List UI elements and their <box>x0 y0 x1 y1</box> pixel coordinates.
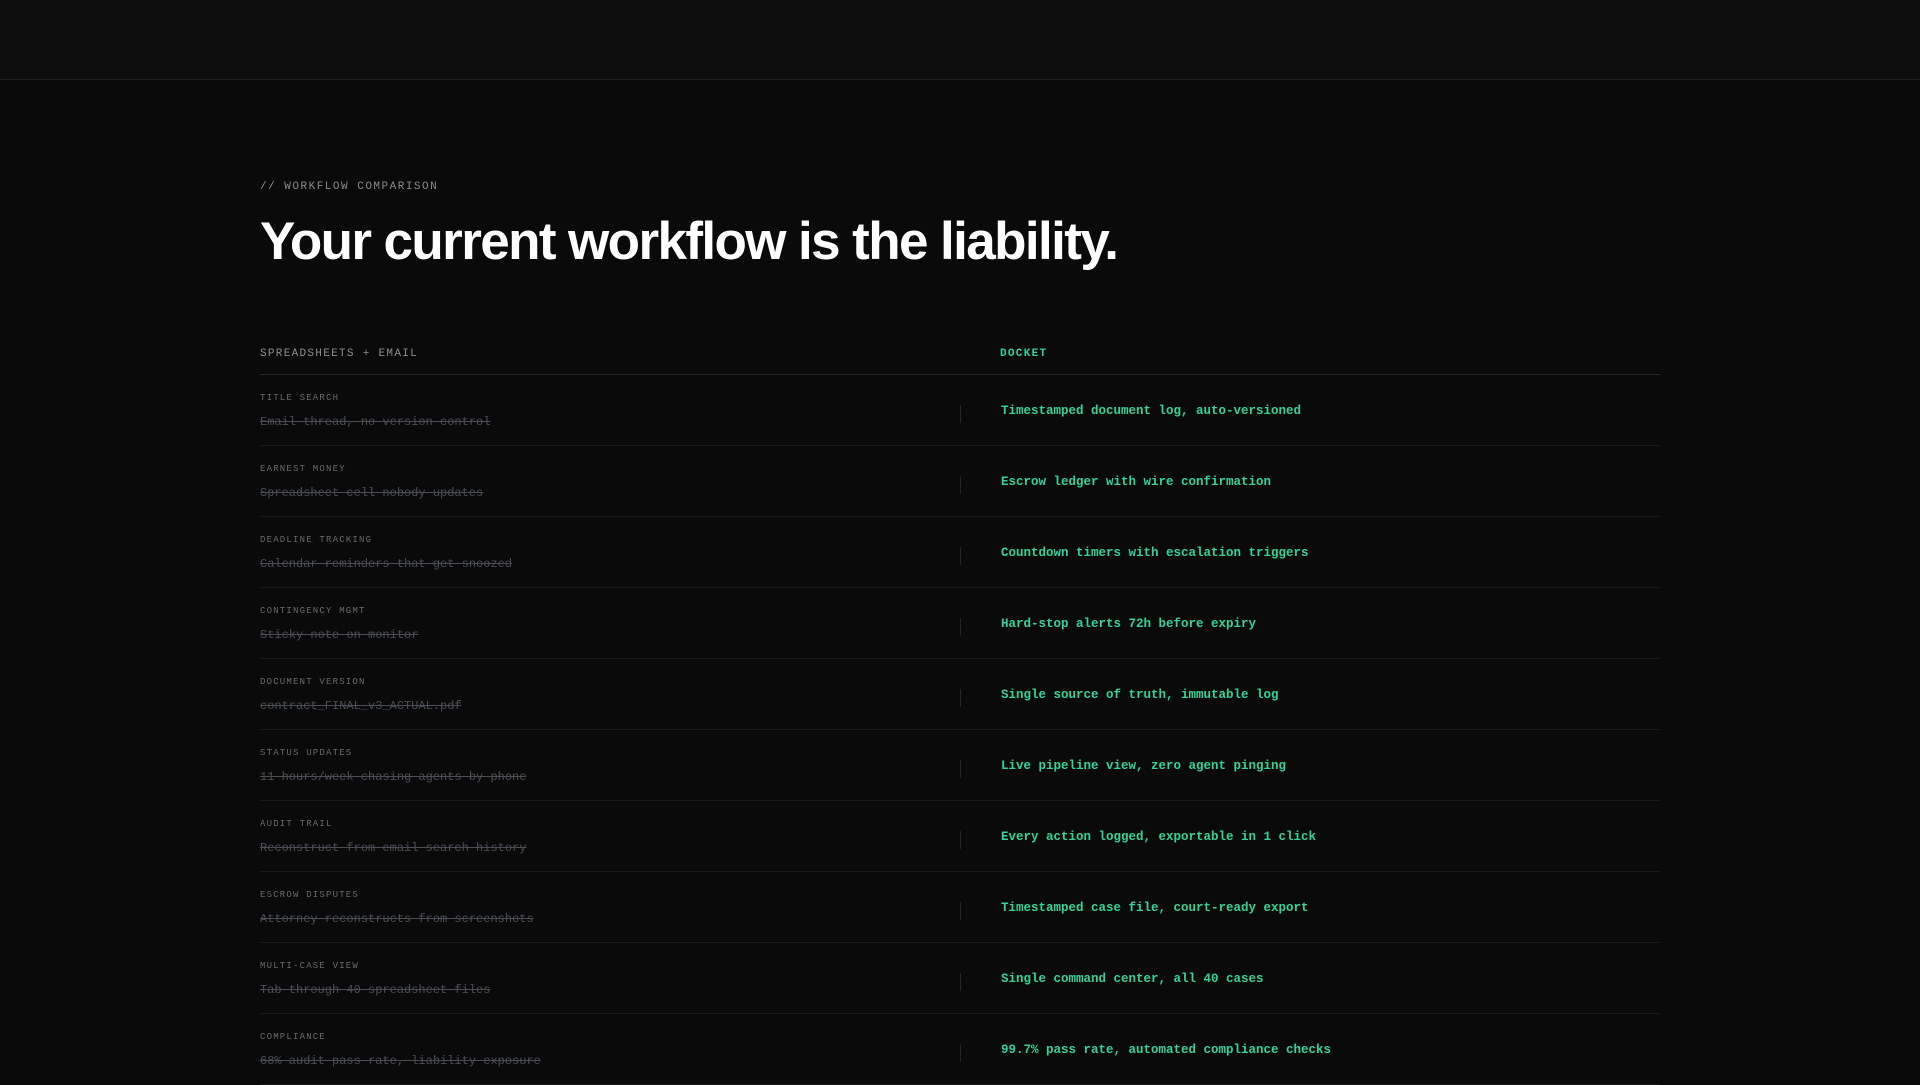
row-category-label: COMPLIANCE <box>260 1032 327 1042</box>
docket-workflow-text: 99.7% pass rate, automated compliance ch… <box>1001 1043 1332 1057</box>
row-divider <box>960 1044 961 1062</box>
row-divider <box>960 405 961 423</box>
column-header-new: DOCKET <box>1000 348 1048 360</box>
docket-workflow-text: Countdown timers with escalation trigger… <box>1001 546 1309 560</box>
row-category-label: TITLE SEARCH <box>260 393 340 403</box>
docket-workflow-text: Single source of truth, immutable log <box>1001 688 1279 702</box>
old-workflow-text: Sticky note on monitor <box>260 628 419 642</box>
old-workflow-text: Attorney reconstructs from screenshots <box>260 912 534 926</box>
docket-workflow-text: Hard-stop alerts 72h before expiry <box>1001 617 1257 631</box>
docket-workflow-text: Every action logged, exportable in 1 cli… <box>1001 830 1317 844</box>
row-category-label: ESCROW DISPUTES <box>260 890 360 900</box>
row-category-label: CONTINGENCY MGMT <box>260 606 366 616</box>
docket-workflow-text: Timestamped case file, court-ready expor… <box>1001 901 1309 915</box>
docket-workflow-text: Escrow ledger with wire confirmation <box>1001 475 1272 489</box>
old-workflow-text: Email thread, no version control <box>260 415 491 429</box>
docket-workflow-text: Live pipeline view, zero agent pinging <box>1001 759 1287 773</box>
docket-workflow-text: Single command center, all 40 cases <box>1001 972 1264 986</box>
old-workflow-text: 68% audit pass rate, liability exposure <box>260 1054 541 1068</box>
section-eyebrow: // WORKFLOW COMPARISON <box>260 181 439 193</box>
row-divider <box>960 547 961 565</box>
comparison-row: DEADLINE TRACKING Calendar reminders that… <box>260 517 1660 588</box>
comparison-row: ESCROW DISPUTES Attorney reconstructs fro… <box>260 872 1660 943</box>
comparison-row: TITLE SEARCH Email thread, no version con… <box>260 375 1660 446</box>
row-category-label: EARNEST MONEY <box>260 464 346 474</box>
old-workflow-text: contract_FINAL_v3_ACTUAL.pdf <box>260 699 462 713</box>
comparison-row: DOCUMENT VERSION contract_FINAL_v3_ACTUAL… <box>260 659 1660 730</box>
comparison-row: CONTINGENCY MGMT Sticky note on monitor Ha… <box>260 588 1660 659</box>
comparison-table: TITLE SEARCH Email thread, no version con… <box>260 375 1660 1085</box>
row-divider <box>960 902 961 920</box>
old-workflow-text: Calendar reminders that get snoozed <box>260 557 513 571</box>
row-divider <box>960 476 961 494</box>
comparison-header: SPREADSHEETS + EMAIL DOCKET <box>260 346 1660 375</box>
row-divider <box>960 831 961 849</box>
row-divider <box>960 618 961 636</box>
comparison-row: STATUS UPDATES 11 hours/week chasing agen… <box>260 730 1660 801</box>
column-header-old: SPREADSHEETS + EMAIL <box>260 348 419 360</box>
row-category-label: AUDIT TRAIL <box>260 819 333 829</box>
top-nav-bar <box>0 0 1920 80</box>
row-category-label: DOCUMENT VERSION <box>260 677 366 687</box>
comparison-row: MULTI-CASE VIEW Tab through 40 spreadshee… <box>260 943 1660 1014</box>
comparison-row: COMPLIANCE 68% audit pass rate, liability… <box>260 1014 1660 1085</box>
row-category-label: STATUS UPDATES <box>260 748 353 758</box>
row-category-label: DEADLINE TRACKING <box>260 535 373 545</box>
section-headline: Your current workflow is the liability. <box>260 212 1119 271</box>
old-workflow-text: Tab through 40 spreadsheet files <box>260 983 491 997</box>
comparison-row: AUDIT TRAIL Reconstruct from email search… <box>260 801 1660 872</box>
row-category-label: MULTI-CASE VIEW <box>260 961 360 971</box>
old-workflow-text: Reconstruct from email search history <box>260 841 527 855</box>
row-divider <box>960 689 961 707</box>
old-workflow-text: Spreadsheet cell nobody updates <box>260 486 484 500</box>
old-workflow-text: 11 hours/week chasing agents by phone <box>260 770 527 784</box>
workflow-comparison-section: // WORKFLOW COMPARISON Your current work… <box>260 180 1660 1085</box>
comparison-row: EARNEST MONEY Spreadsheet cell nobody upd… <box>260 446 1660 517</box>
row-divider <box>960 760 961 778</box>
docket-workflow-text: Timestamped document log, auto-versioned <box>1001 404 1302 418</box>
row-divider <box>960 973 961 991</box>
